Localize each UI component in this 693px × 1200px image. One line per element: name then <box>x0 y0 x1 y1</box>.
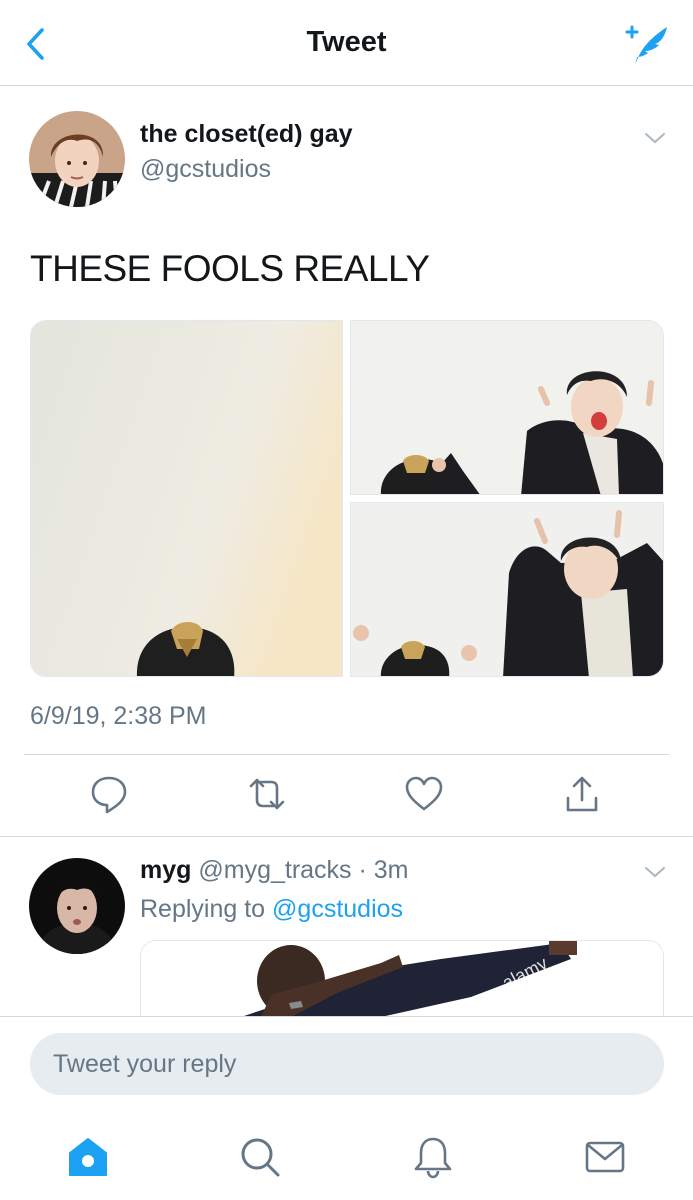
avatar[interactable] <box>29 858 125 954</box>
bottom-bar: Tweet your reply <box>0 1016 693 1200</box>
reply-photo[interactable]: alamy <box>140 940 664 1016</box>
tweet-timestamp: 6/9/19, 2:38 PM <box>30 702 207 730</box>
replying-to: Replying to @gcstudios <box>140 895 403 924</box>
author-handle[interactable]: @gcstudios <box>140 155 271 184</box>
author-name[interactable]: the closet(ed) gay <box>140 120 353 149</box>
divider <box>24 754 669 755</box>
tweet-actions <box>0 772 693 820</box>
reply-handle-time[interactable]: @myg_tracks · 3m <box>198 856 408 884</box>
tweet-photo-3[interactable] <box>350 502 664 677</box>
reply-input-placeholder: Tweet your reply <box>53 1050 237 1078</box>
chevron-down-icon[interactable] <box>643 862 667 882</box>
share-icon[interactable] <box>560 772 604 816</box>
messages-icon[interactable] <box>583 1135 627 1179</box>
compose-tweet-icon[interactable] <box>623 22 673 68</box>
search-icon[interactable] <box>238 1135 282 1179</box>
tweet-photo-1[interactable] <box>30 320 343 677</box>
notifications-icon[interactable] <box>411 1135 455 1179</box>
retweet-icon[interactable] <box>245 772 289 816</box>
tweet-photo-2[interactable] <box>350 320 664 495</box>
tweet-text: THESE FOOLS REALLY <box>30 248 430 289</box>
media-grid <box>30 320 664 677</box>
reply-header: myg @myg_tracks · 3m <box>140 856 409 885</box>
chevron-down-icon[interactable] <box>643 128 667 148</box>
top-nav-bar: Tweet <box>0 0 693 86</box>
reply-icon[interactable] <box>87 772 131 816</box>
replying-to-label: Replying to <box>140 895 273 923</box>
reply-author-name[interactable]: myg <box>140 856 191 884</box>
like-icon[interactable] <box>402 772 446 816</box>
home-icon[interactable] <box>66 1135 110 1179</box>
replying-to-link[interactable]: @gcstudios <box>272 895 403 923</box>
avatar[interactable] <box>29 111 125 207</box>
reply-input[interactable]: Tweet your reply <box>30 1033 664 1095</box>
divider <box>0 836 693 837</box>
page-title: Tweet <box>306 26 387 58</box>
